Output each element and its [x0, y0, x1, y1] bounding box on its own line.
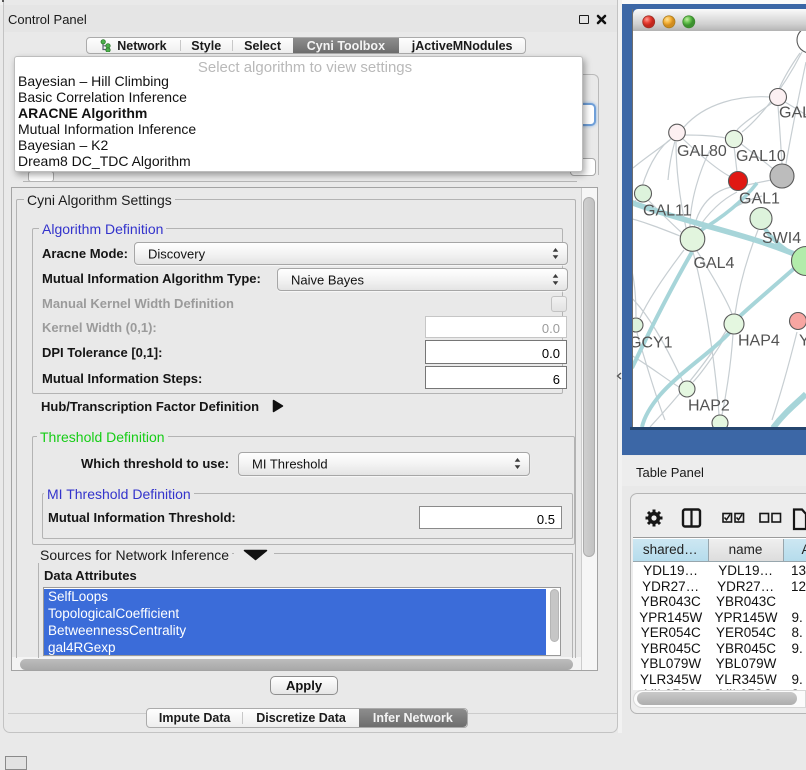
svg-text:GAL4: GAL4 [694, 255, 735, 272]
svg-text:HAP4: HAP4 [738, 333, 780, 350]
svg-text:YER: YER [799, 333, 806, 350]
svg-text:HAP2: HAP2 [688, 398, 730, 415]
svg-text:GAL10: GAL10 [736, 148, 786, 165]
svg-text:GAL1: GAL1 [739, 191, 780, 208]
svg-text:GAL7: GAL7 [779, 105, 806, 122]
svg-text:SWI4: SWI4 [762, 230, 801, 247]
svg-text:GAL11: GAL11 [643, 203, 692, 220]
svg-text:GAL80: GAL80 [677, 143, 727, 160]
svg-text:GCY1: GCY1 [633, 335, 673, 352]
